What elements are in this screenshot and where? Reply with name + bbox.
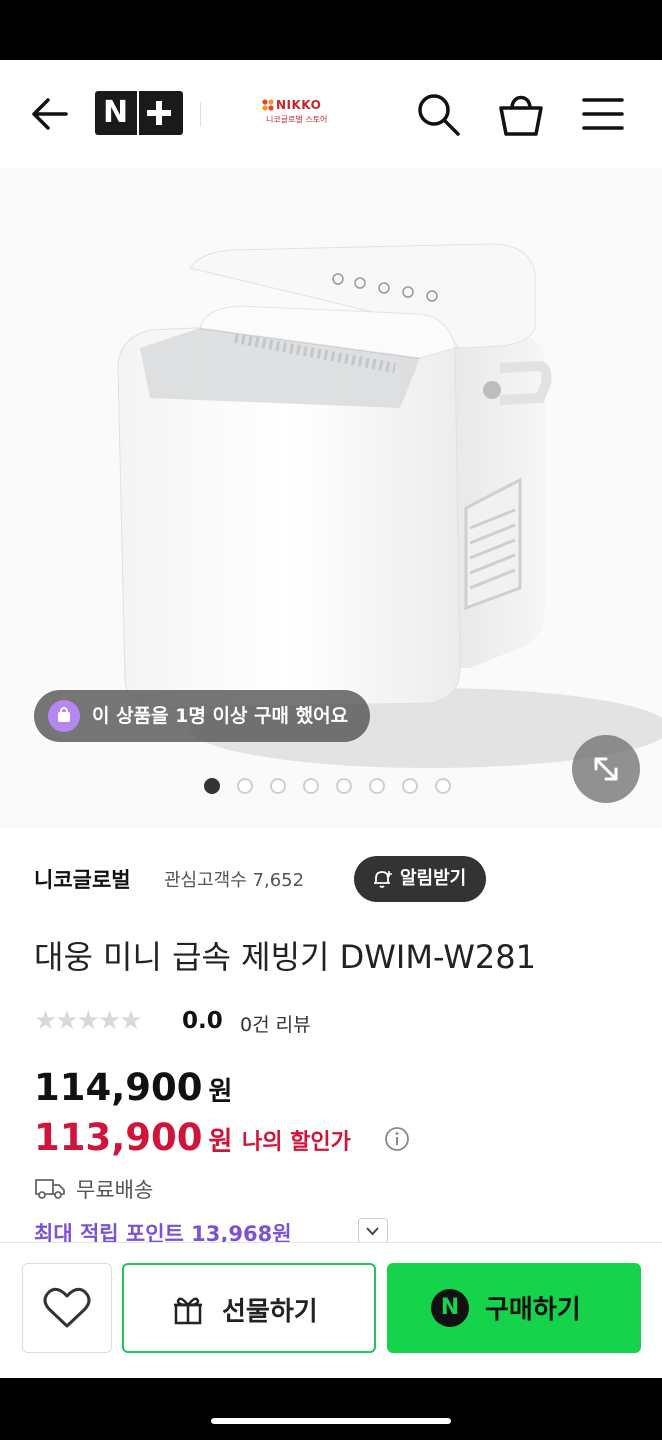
pagination-dot[interactable]	[369, 778, 385, 794]
store-logo-subtitle: 니코글로벌 스토어	[266, 115, 328, 124]
seller-name[interactable]: 니코글로벌	[34, 864, 131, 894]
seller-row: 니코글로벌 관심고객수 7,652 알림받기	[34, 856, 634, 904]
chevron-down-icon[interactable]	[358, 1218, 388, 1242]
arrow-left-icon	[32, 98, 68, 130]
notify-button[interactable]: 알림받기	[354, 856, 487, 902]
store-logo[interactable]: NIKKO 니코글로벌 스토어	[262, 98, 328, 130]
pagination-dot[interactable]	[270, 778, 286, 794]
expand-image-button[interactable]	[572, 735, 640, 803]
points-row[interactable]: 최대 적립 포인트 13,968원	[34, 1218, 434, 1242]
system-nav-bar	[0, 1378, 662, 1440]
flower-icon	[262, 99, 274, 111]
purchase-count-badge: 이 상품을 1명 이상 구매 했어요	[34, 690, 371, 742]
currency-unit: 원	[208, 1127, 233, 1157]
buy-button-label: 구매하기	[485, 1295, 581, 1325]
plus-icon	[147, 101, 171, 125]
notify-button-label: 알림받기	[400, 868, 467, 889]
header: N NIKKO 니코글로벌 스토어	[0, 60, 662, 168]
bottom-action-bar: 선물하기 N 구매하기	[0, 1242, 662, 1379]
store-logo-name: NIKKO	[276, 98, 322, 112]
product-image-gallery[interactable]: 이 상품을 1명 이상 구매 했어요	[0, 168, 662, 828]
currency-unit: 원	[208, 1077, 233, 1107]
cart-button[interactable]	[496, 90, 546, 138]
header-divider	[200, 102, 201, 126]
hamburger-menu-icon	[582, 98, 624, 130]
star-rating-icon: ★★★★★	[34, 1006, 143, 1036]
sale-price: 113,900 원	[34, 1116, 232, 1159]
heart-icon	[43, 1287, 91, 1328]
gift-icon	[174, 1297, 202, 1325]
product-title: 대웅 미니 급속 제빙기 DWIM-W281	[34, 938, 536, 976]
search-icon	[418, 94, 460, 136]
pagination-dot[interactable]	[402, 778, 418, 794]
naver-plus-logo[interactable]: N	[95, 91, 183, 135]
pagination-dot[interactable]	[336, 778, 352, 794]
home-indicator[interactable]	[211, 1418, 451, 1424]
rating-value: 0.0	[182, 1008, 223, 1034]
points-text: 최대 적립 포인트 13,968원	[34, 1222, 292, 1242]
followers-count: 관심고객수 7,652	[164, 870, 305, 891]
gift-button-label: 선물하기	[222, 1297, 318, 1327]
naver-pay-letter: N	[440, 1295, 460, 1320]
delivery-text: 무료배송	[76, 1178, 154, 1202]
pagination-dot[interactable]	[303, 778, 319, 794]
review-count[interactable]: 0건 리뷰	[240, 1010, 311, 1037]
sale-price-value: 113,900	[34, 1116, 203, 1159]
original-price: 114,900 원	[34, 1066, 232, 1109]
bell-plus-icon	[374, 871, 392, 888]
pagination-dot[interactable]	[237, 778, 253, 794]
status-bar	[0, 0, 662, 60]
logo-divider	[137, 91, 139, 135]
pagination-dot[interactable]	[435, 778, 451, 794]
purchase-badge-text: 이 상품을 1명 이상 구매 했어요	[92, 705, 349, 727]
wishlist-button[interactable]	[22, 1263, 112, 1353]
buy-button[interactable]: N 구매하기	[387, 1263, 641, 1353]
info-icon[interactable]	[384, 1126, 410, 1152]
original-price-value: 114,900	[34, 1066, 203, 1109]
expand-arrows-icon	[594, 757, 618, 781]
pagination-dot[interactable]	[204, 778, 220, 794]
back-button[interactable]	[28, 94, 72, 134]
truck-icon	[35, 1179, 65, 1199]
shopping-bag-icon	[499, 95, 543, 136]
naver-pay-icon: N	[431, 1289, 469, 1327]
menu-button[interactable]	[580, 94, 626, 134]
logo-n-letter: N	[103, 95, 129, 130]
search-button[interactable]	[414, 90, 462, 138]
discount-label: 나의 할인가	[242, 1130, 351, 1155]
gift-button[interactable]: 선물하기	[122, 1263, 376, 1353]
shopping-bag-icon	[48, 700, 80, 732]
